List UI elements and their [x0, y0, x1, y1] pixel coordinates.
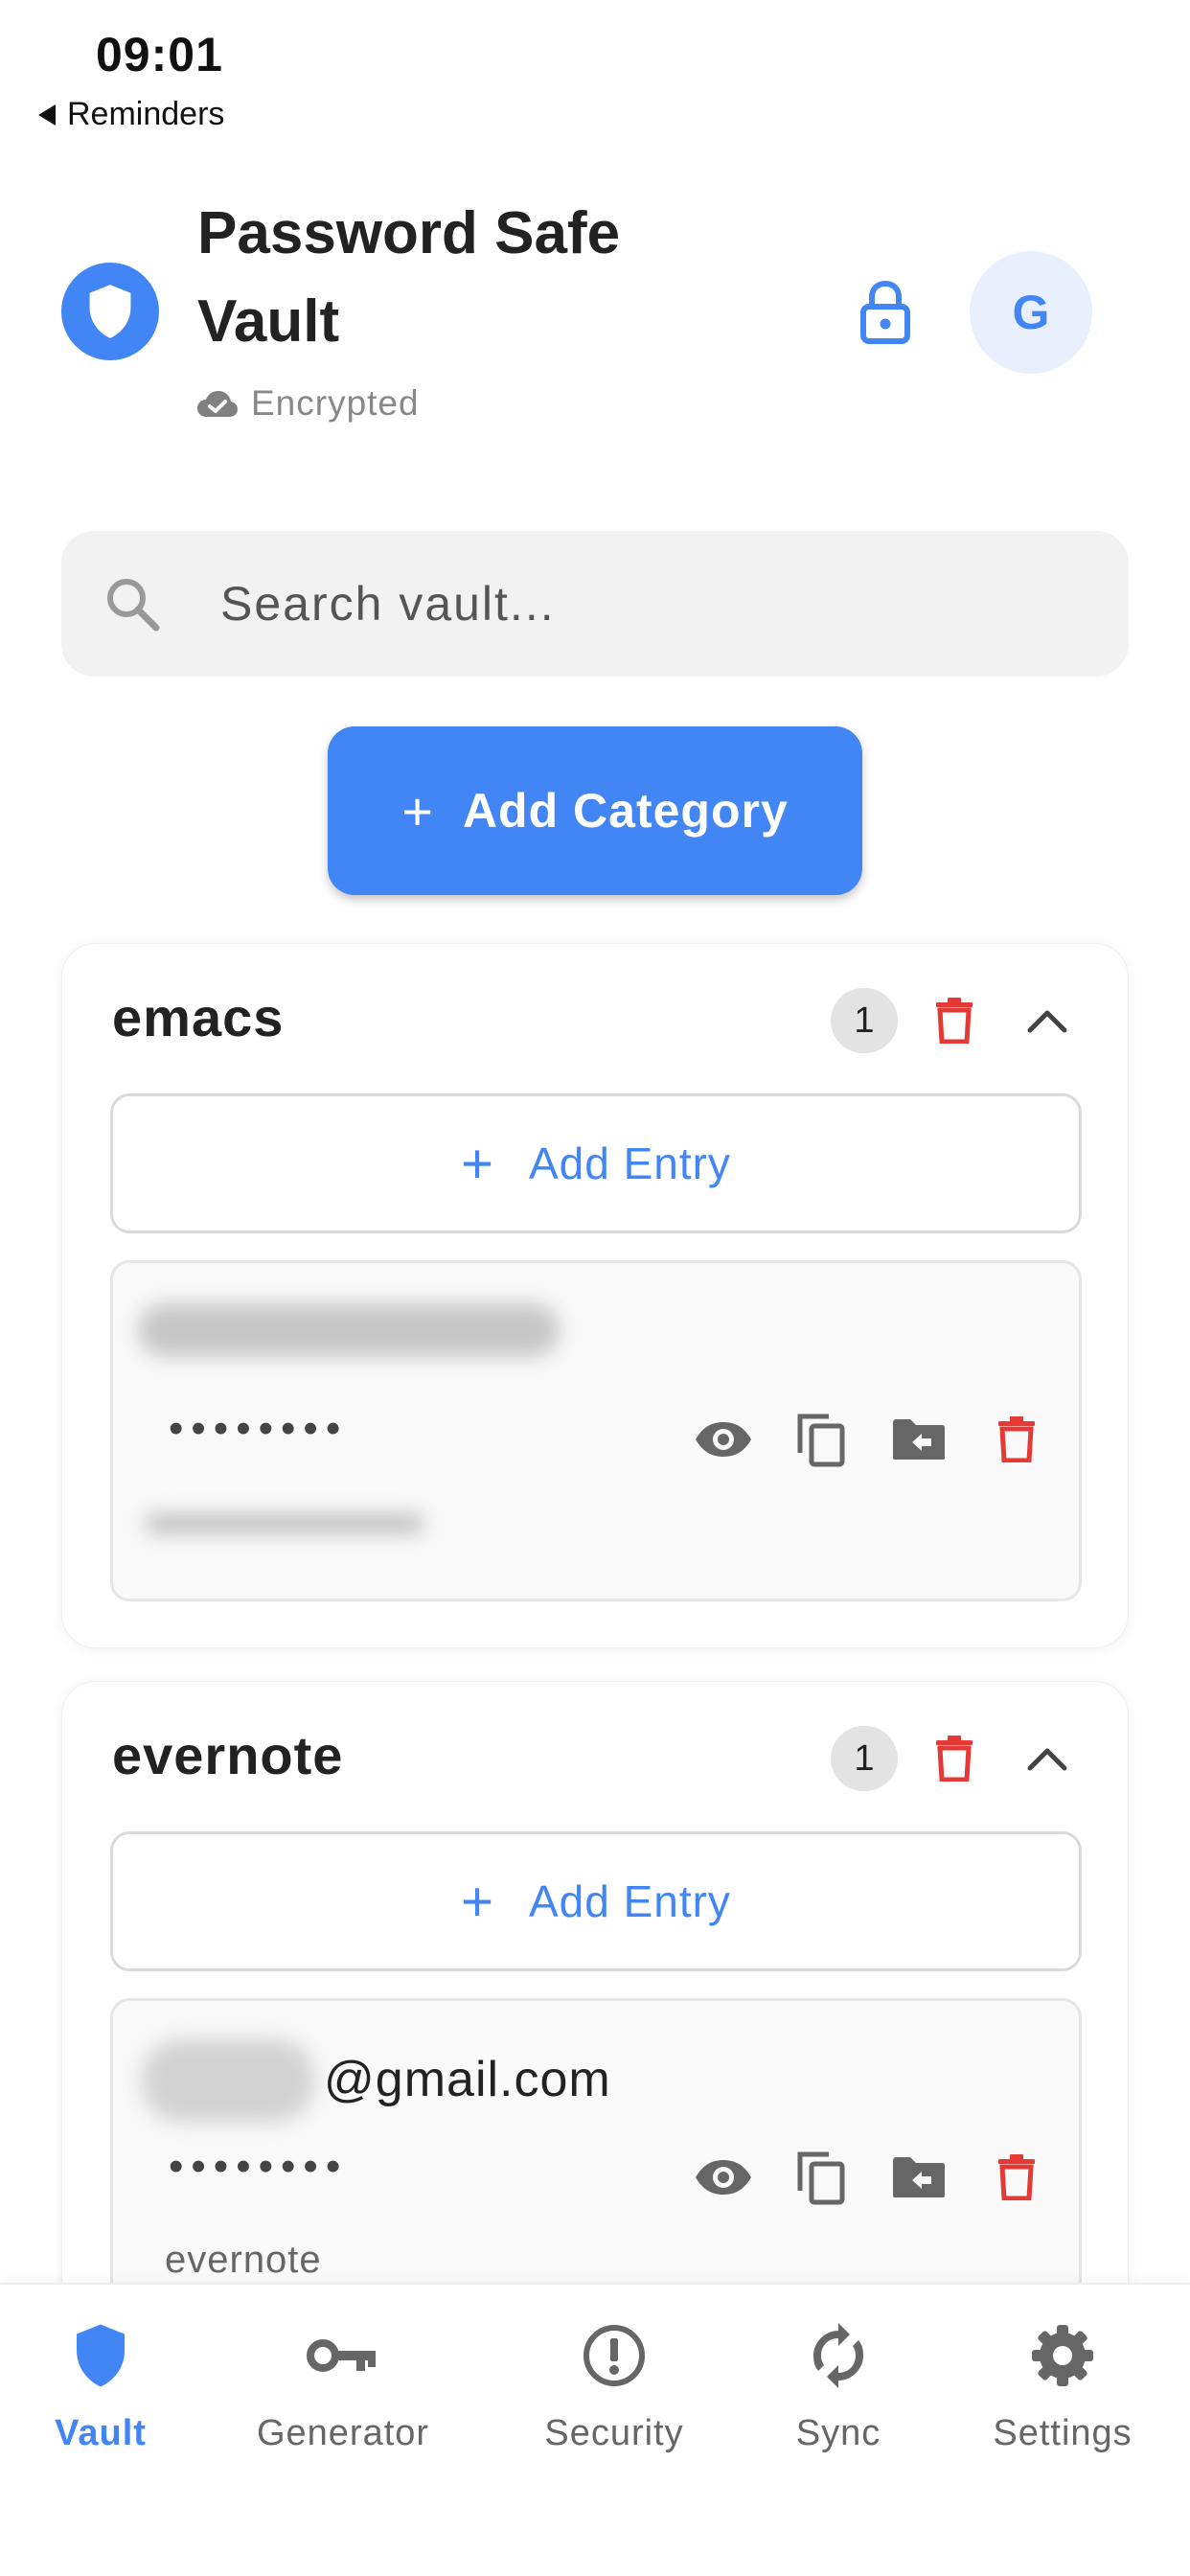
trash-icon — [936, 1736, 973, 1782]
add-category-label: Add Category — [462, 784, 789, 838]
chevron-up-icon — [1027, 1010, 1067, 1033]
status-time: 09:01 — [96, 28, 223, 81]
folder-move-icon — [893, 2157, 945, 2197]
back-to-reminders[interactable]: Reminders — [38, 96, 224, 133]
trash-icon — [998, 2154, 1035, 2200]
plus-icon: + — [461, 1132, 494, 1195]
password-entry[interactable]: •••••••• — [110, 1260, 1082, 1601]
search-input[interactable] — [220, 569, 1083, 638]
cloud-check-icon — [197, 391, 238, 417]
entry-username: @gmail.com — [324, 2052, 611, 2107]
show-password-button[interactable] — [675, 2139, 772, 2216]
copy-icon — [797, 1414, 845, 1467]
copy-icon — [797, 2151, 845, 2205]
entry-count-badge: 1 — [831, 1726, 898, 1791]
back-arrow-icon — [38, 104, 56, 126]
app-logo — [61, 263, 159, 360]
nav-label: Settings — [993, 2413, 1133, 2453]
nav-item-vault[interactable]: Vault — [44, 2313, 157, 2454]
eye-icon — [696, 1422, 751, 1457]
redacted-username — [142, 2039, 314, 2122]
plus-icon: + — [401, 780, 434, 841]
show-password-button[interactable] — [675, 1401, 772, 1478]
nav-label: Vault — [55, 2413, 147, 2453]
nav-item-generator[interactable]: Generator — [247, 2313, 439, 2454]
eye-icon — [696, 2160, 751, 2195]
redacted-site — [146, 1514, 423, 1533]
nav-label: Sync — [795, 2413, 881, 2453]
nav-item-security[interactable]: Security — [533, 2313, 696, 2454]
nav-item-settings[interactable]: Settings — [981, 2313, 1144, 2454]
search-bar[interactable] — [61, 531, 1129, 677]
bottom-nav: Vault Generator Security Sync Settings — [0, 2283, 1190, 2576]
shield-icon — [72, 2313, 129, 2398]
copy-password-button[interactable] — [772, 1401, 870, 1478]
vault-screen: 09:01 Reminders Password Safe Vault Encr… — [0, 0, 1190, 2576]
nav-label: Generator — [256, 2413, 430, 2453]
delete-entry-button[interactable] — [968, 2139, 1065, 2216]
plus-icon: + — [461, 1870, 494, 1933]
redacted-username — [138, 1303, 560, 1357]
back-label: Reminders — [67, 96, 225, 132]
chevron-up-icon — [1027, 1748, 1067, 1771]
page-title: Password Safe Vault — [197, 200, 621, 355]
move-entry-button[interactable] — [870, 2139, 968, 2216]
collapse-category-button[interactable] — [1018, 1730, 1076, 1787]
entry-actions — [675, 1401, 1065, 1478]
delete-category-button[interactable] — [925, 988, 984, 1053]
category-card: evernote 1 + Add Entry @gmail.com ••••••… — [61, 1681, 1129, 2386]
entry-password-mask: •••••••• — [169, 1405, 349, 1452]
encryption-status: Encrypted — [195, 383, 420, 424]
trash-icon — [936, 998, 973, 1044]
entry-password-mask: •••••••• — [169, 2143, 349, 2190]
user-avatar[interactable]: G — [970, 251, 1092, 374]
copy-password-button[interactable] — [772, 2139, 870, 2216]
add-entry-label: Add Entry — [528, 1876, 731, 1926]
shield-icon — [89, 285, 131, 338]
nav-item-sync[interactable]: Sync — [776, 2313, 901, 2454]
encryption-status-label: Encrypted — [251, 383, 420, 423]
category-card: emacs 1 + Add Entry •••••••• — [61, 943, 1129, 1648]
collapse-category-button[interactable] — [1018, 992, 1076, 1049]
trash-icon — [998, 1416, 1035, 1462]
gear-icon — [1030, 2313, 1095, 2398]
search-icon — [103, 575, 161, 637]
lock-vault-button[interactable] — [849, 274, 922, 351]
add-entry-button[interactable]: + Add Entry — [110, 1831, 1082, 1971]
add-entry-button[interactable]: + Add Entry — [110, 1093, 1082, 1233]
category-name: evernote — [112, 1725, 344, 1785]
add-category-button[interactable]: + Add Category — [328, 726, 862, 895]
entry-actions — [675, 2139, 1065, 2216]
delete-category-button[interactable] — [925, 1726, 984, 1791]
nav-label: Security — [544, 2413, 684, 2453]
entry-count-badge: 1 — [831, 988, 898, 1053]
lock-icon — [860, 280, 910, 344]
key-icon — [307, 2313, 379, 2398]
alert-circle-icon — [582, 2313, 647, 2398]
delete-entry-button[interactable] — [968, 1401, 1065, 1478]
entry-site: evernote — [165, 2239, 322, 2281]
add-entry-label: Add Entry — [528, 1138, 731, 1188]
move-entry-button[interactable] — [870, 1401, 968, 1478]
sync-icon — [810, 2313, 867, 2398]
folder-move-icon — [893, 1419, 945, 1460]
category-name: emacs — [112, 987, 285, 1047]
